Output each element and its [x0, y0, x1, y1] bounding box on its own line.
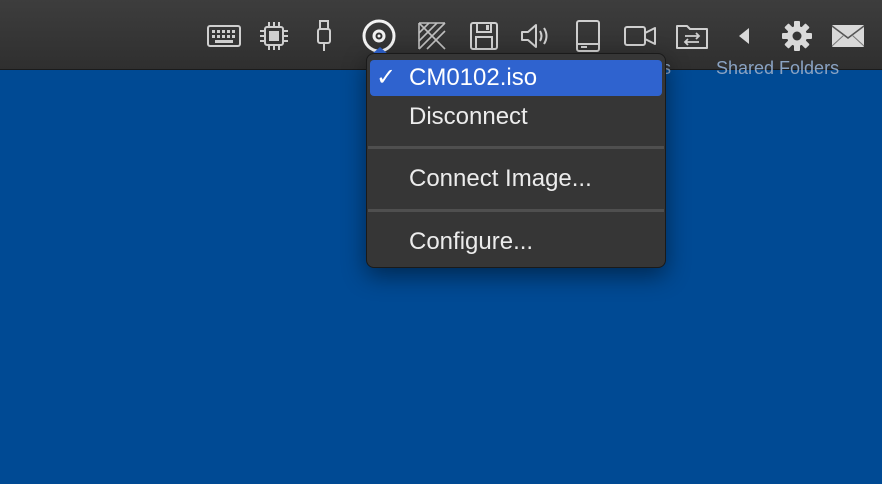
sound-icon[interactable] [518, 18, 554, 54]
menu-item-label: Configure... [409, 228, 534, 255]
checkmark-icon: ✓ [376, 64, 397, 91]
cd-dvd-dropdown-menu: ✓ CM0102.iso Disconnect Connect Image...… [366, 53, 666, 268]
menu-item-connect-image[interactable]: Connect Image... [370, 161, 662, 197]
menu-separator [368, 146, 664, 149]
menu-item-cm0102-iso[interactable]: ✓ CM0102.iso [370, 60, 662, 96]
usb-icon[interactable] [306, 18, 342, 54]
cpu-icon[interactable] [256, 18, 292, 54]
hard-disk-icon[interactable] [570, 18, 606, 54]
back-arrow-icon[interactable] [726, 18, 762, 54]
mail-icon[interactable] [830, 18, 866, 54]
menu-separator [368, 209, 664, 212]
network-icon[interactable] [414, 18, 450, 54]
menu-item-label: Connect Image... [409, 165, 592, 192]
menu-item-disconnect[interactable]: Disconnect [370, 99, 662, 135]
keyboard-icon[interactable] [206, 18, 242, 54]
settings-gear-icon[interactable] [779, 18, 815, 54]
camera-icon[interactable] [622, 18, 658, 54]
floppy-disk-icon[interactable] [466, 18, 502, 54]
menu-item-configure[interactable]: Configure... [370, 224, 662, 260]
shared-folder-icon[interactable] [674, 18, 710, 54]
menu-item-label: Disconnect [409, 103, 528, 130]
menu-item-label: CM0102.iso [409, 64, 538, 91]
shared-folders-label: Shared Folders [716, 58, 840, 78]
